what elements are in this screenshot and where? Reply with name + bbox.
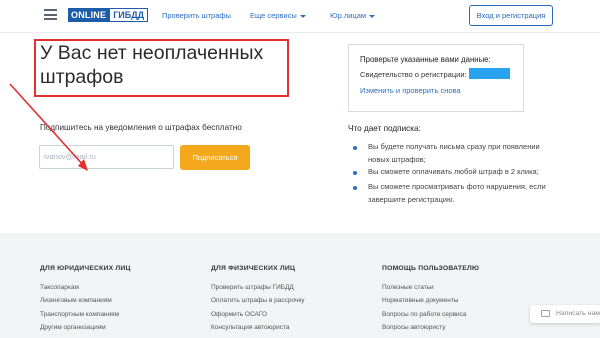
footer-heading-help: ПОМОЩЬ ПОЛЬЗОВАТЕЛЮ <box>382 265 480 272</box>
chevron-down-icon <box>299 14 306 18</box>
login-register-button[interactable]: Вход и регистрация <box>469 5 553 26</box>
subscribe-label: Подпишитесь на уведомления о штрафах бес… <box>40 123 242 132</box>
footer-heading-legal: ДЛЯ ЮРИДИЧЕСКИХ ЛИЦ <box>40 265 131 272</box>
change-and-check-link[interactable]: Изменить и проверить снова <box>360 86 461 95</box>
email-input[interactable]: ivanov@mail.ru <box>39 145 174 169</box>
subscribe-button[interactable]: Подписаться <box>180 145 250 170</box>
logo-part-gibdd: ГИБДД <box>109 8 149 22</box>
footer <box>0 233 600 338</box>
site-logo[interactable]: ONLINE ГИБДД <box>68 8 149 22</box>
chevron-down-icon <box>369 14 376 18</box>
benefit-item: Вы будете получать письма сразу при появ… <box>368 142 540 164</box>
footer-link[interactable]: Таксопаркам <box>40 284 79 291</box>
nav-legal-entities-label: Юр.лицам <box>330 11 367 20</box>
nav-all-services-label: Еще сервисы <box>250 11 297 20</box>
page-title: У Вас нет неоплаченных штрафов <box>40 42 264 88</box>
benefit-item: Вы сможете просматривать фото нарушения,… <box>368 182 546 204</box>
cert-label: Свидетельство о регистрации: <box>360 70 467 79</box>
nav-all-services[interactable]: Еще сервисы <box>250 11 306 20</box>
bullet-icon <box>353 186 357 190</box>
benefit-item: Вы сможете оплачивать любой штраф в 2 кл… <box>368 167 539 176</box>
footer-link[interactable]: Полезные статьи <box>382 284 434 291</box>
footer-link[interactable]: Нормативные документы <box>382 297 458 304</box>
footer-link[interactable]: Оплатить штрафы в рассрочку <box>211 297 305 304</box>
footer-link[interactable]: Консультация автоюриста <box>211 324 290 331</box>
bullet-icon <box>353 171 357 175</box>
footer-link[interactable]: Проверить штрафы ГИБДД <box>211 284 294 291</box>
footer-link[interactable]: Оформить ОСАГО <box>211 311 267 318</box>
footer-heading-individuals: ДЛЯ ФИЗИЧЕСКИХ ЛИЦ <box>211 265 296 272</box>
nav-legal-entities[interactable]: Юр.лицам <box>330 11 376 20</box>
footer-link[interactable]: Вопросы по работе сервиса <box>382 311 467 318</box>
cert-value-redacted <box>469 68 510 79</box>
bullet-icon <box>353 146 357 150</box>
chat-icon <box>541 310 550 317</box>
logo-part-online: ONLINE <box>68 8 110 22</box>
card-title: Проверьте указанные вами данные: <box>360 55 491 64</box>
footer-link[interactable]: Транспортным компаниям <box>40 311 119 318</box>
footer-link[interactable]: Другим организациям <box>40 324 106 331</box>
top-header: ONLINE ГИБДД Проверить штрафы Еще сервис… <box>0 0 600 33</box>
menu-icon[interactable] <box>44 9 57 20</box>
footer-link[interactable]: Вопросы автоюристу <box>382 324 446 331</box>
benefits-title: Что дает подписка: <box>348 124 421 133</box>
nav-check-fines[interactable]: Проверить штрафы <box>162 11 231 20</box>
footer-link[interactable]: Лизинговым компаниям <box>40 297 112 304</box>
